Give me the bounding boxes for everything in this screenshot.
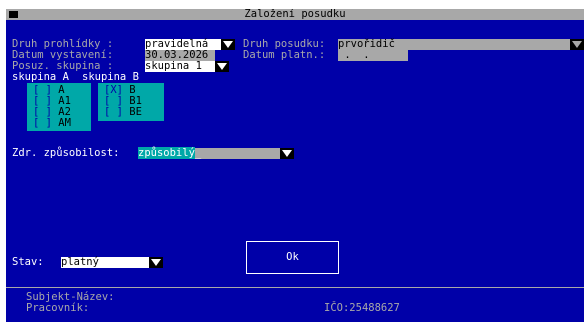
stav-value: platný [61,256,99,268]
zdr-zpusobilost-label: Zdr. způsobilost: [12,147,120,159]
text-cursor: _ [194,147,202,159]
ico-label: IČO: [324,302,350,314]
close-box-icon[interactable] [8,10,19,19]
skupina-b-heading: skupina B [82,71,139,83]
druh-posudku-dropdown-icon[interactable] [570,39,584,50]
posuz-skupina-select[interactable]: skupina 1 [145,61,215,72]
checkbox-am[interactable]: [ ] AM [33,118,71,129]
ico-value: 25488627 [349,302,400,314]
checkbox-be[interactable]: [ ] BE [104,107,142,118]
datum-platn-input[interactable]: . . [338,50,408,61]
zdr-zpusobilost-dropdown-icon[interactable] [280,148,294,159]
ok-button[interactable]: Ok [246,241,339,274]
datum-platn-label: Datum platn.: [243,49,326,61]
druh-prohlidky-dropdown-icon[interactable] [221,39,235,50]
window-title: Založení posudku [244,9,346,20]
checkbox-mark: [ ] [104,106,123,118]
dos-window: Založení posudku Druh prohlídky : pravid… [6,9,584,322]
posuz-skupina-dropdown-icon[interactable] [215,61,229,72]
posuz-skupina-value: skupina 1 [145,60,202,72]
skupina-a-box: [ ] A [ ] A1 [ ] A2 [ ] AM [27,83,91,131]
ico-field: IČO:25488627 [324,303,400,314]
footer-separator [6,287,584,288]
datum-platn-value: . . [338,49,370,61]
stav-dropdown-icon[interactable] [149,257,163,268]
checkbox-mark: [ ] [33,117,52,129]
skupina-a-heading: skupina A [12,71,69,83]
druh-posudku-select[interactable]: prvořidič [338,39,570,50]
zdr-zpusobilost-select[interactable]: způsobilý_ [138,147,280,159]
skupina-b-box: [X] B [ ] B1 [ ] BE [98,83,164,121]
pracovnik-label: Pracovník: [26,302,90,314]
checkbox-label: BE [129,106,142,118]
checkbox-label: AM [58,117,71,129]
zdr-zpusobilost-value: způsobilý [138,147,195,159]
stav-select[interactable]: platný [61,257,149,268]
stav-label: Stav: [12,256,44,268]
